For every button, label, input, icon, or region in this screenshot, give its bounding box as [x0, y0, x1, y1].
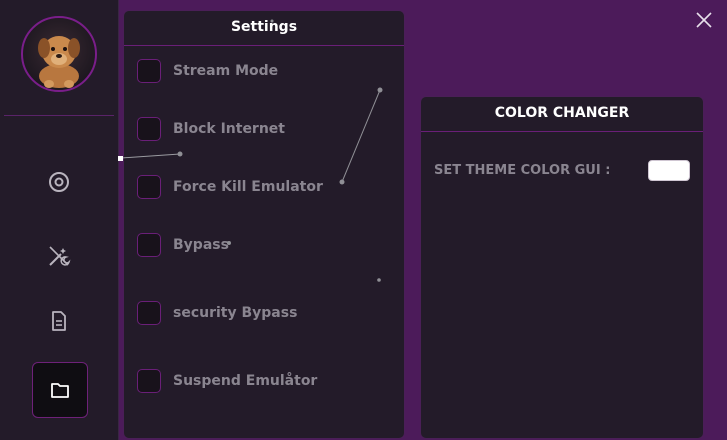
- magic-wand-icon: [49, 246, 71, 266]
- stream-mode-checkbox[interactable]: [137, 59, 161, 83]
- document-icon: [52, 311, 66, 331]
- target-icon: [49, 172, 69, 192]
- dog-icon: [38, 36, 80, 88]
- option-suspend-emulator[interactable]: Suspend Emulåtor: [137, 368, 317, 394]
- theme-color-label: SET THEME COLOR GUI :: [434, 162, 611, 178]
- option-label: Bypass: [173, 237, 229, 253]
- sidebar-divider: [4, 115, 114, 116]
- avatar[interactable]: [21, 16, 97, 92]
- block-internet-checkbox[interactable]: [137, 117, 161, 141]
- option-label: Force Kill Emulator: [173, 179, 323, 195]
- color-changer-panel: COLOR CHANGER SET THEME COLOR GUI :: [420, 96, 704, 439]
- suspend-emulator-checkbox[interactable]: [137, 369, 161, 393]
- force-kill-emulator-checkbox[interactable]: [137, 175, 161, 199]
- color-changer-title: COLOR CHANGER: [421, 97, 703, 132]
- nav-folder-button[interactable]: [32, 362, 88, 418]
- close-button[interactable]: [694, 10, 714, 30]
- settings-title: Settings: [124, 11, 404, 46]
- sidebar: [0, 0, 119, 440]
- security-bypass-checkbox[interactable]: [137, 301, 161, 325]
- folder-icon: [51, 383, 69, 398]
- theme-color-swatch[interactable]: [648, 159, 690, 181]
- nav-document-button[interactable]: [32, 294, 86, 348]
- option-label: Block Internet: [173, 121, 285, 137]
- option-stream-mode[interactable]: Stream Mode: [137, 58, 278, 84]
- nav-magic-button[interactable]: [32, 229, 86, 283]
- theme-color-row: SET THEME COLOR GUI :: [434, 159, 690, 181]
- option-block-internet[interactable]: Block Internet: [137, 116, 285, 142]
- close-icon: [696, 12, 712, 28]
- bypass-checkbox[interactable]: [137, 233, 161, 257]
- nav-target-button[interactable]: [32, 155, 86, 209]
- option-bypass[interactable]: Bypass: [137, 232, 229, 258]
- option-label: Stream Mode: [173, 63, 279, 79]
- settings-panel: Settings Stream Mode Block Internet Forc…: [123, 10, 405, 439]
- option-label: Suspend Emulåtor: [173, 373, 318, 389]
- option-label: security Bypass: [173, 305, 298, 321]
- option-force-kill-emulator[interactable]: Force Kill Emulator: [137, 174, 323, 200]
- option-security-bypass[interactable]: security Bypass: [137, 300, 297, 326]
